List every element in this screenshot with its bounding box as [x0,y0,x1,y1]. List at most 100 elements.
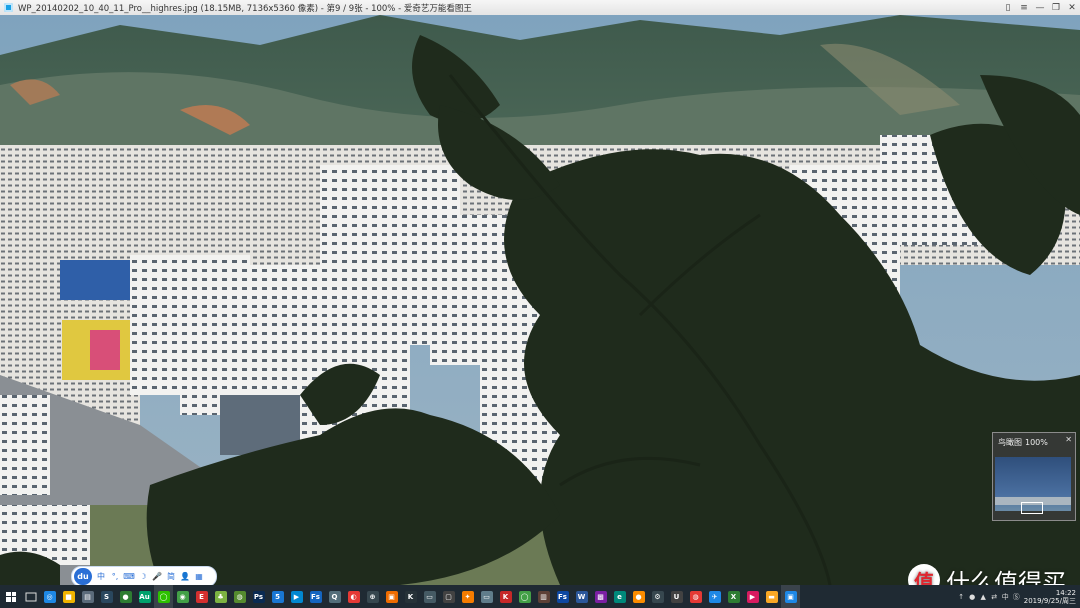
taskbar-app-network[interactable]: ⊕ [363,585,382,608]
taskbar-app-wechat[interactable]: ◯ [154,585,173,608]
restore-button[interactable]: ❐ [1048,0,1064,15]
taskbar-app-gear-dark[interactable]: ⚙ [648,585,667,608]
navigator-thumbnail[interactable] [995,457,1071,514]
taskbar-app-orange-box[interactable]: ▣ [382,585,401,608]
red-k-icon: K [499,590,512,603]
app-logo-icon [4,3,13,12]
tray-ime-icon[interactable]: 中 [1000,585,1011,608]
wifi-icon: ◍ [233,590,246,603]
tray-icons: ↑ ● ▲ ⇄ 中 Ⓢ [956,585,1022,608]
tray-app-icon[interactable]: ● [967,585,978,608]
taskbar-app-capture[interactable]: ▢ [439,585,458,608]
minimize-button[interactable]: — [1032,0,1048,15]
close-button[interactable]: ✕ [1064,0,1080,15]
taskbar-app-word[interactable]: W [572,585,591,608]
taskbar-app-green-dot[interactable]: ◉ [173,585,192,608]
ime-voice-icon[interactable]: 🎤 [152,572,162,582]
start-button[interactable] [0,585,22,608]
system-tray: ↑ ● ▲ ⇄ 中 Ⓢ 14:22 2019/9/25/周三 [956,585,1080,608]
taskbar-app-image-viewer[interactable]: ▣ [781,585,800,608]
taskbar-app-picture[interactable]: ▩ [591,585,610,608]
gear-dark-icon: ⚙ [651,590,664,603]
fs-dark-icon: Fs [556,590,569,603]
taskbar-app-wifi[interactable]: ◍ [230,585,249,608]
speech-icon: 5 [271,590,284,603]
restore-icon: ❐ [1051,2,1061,13]
navigator-close-icon[interactable]: ✕ [1065,435,1072,444]
ime-chinese-mode[interactable]: 中 [96,572,106,582]
task-view-button[interactable] [22,585,40,608]
capture-icon: ▢ [442,590,455,603]
tray-alert-icon[interactable]: ▲ [978,585,989,608]
baidu-ime-logo-icon[interactable]: du [74,568,92,585]
ime-simplified-mode[interactable]: 简 [166,572,176,582]
taskbar-app-speech[interactable]: 5 [268,585,287,608]
taskbar-app-chat-green[interactable]: ◯ [515,585,534,608]
taskbar-app-browser-blue[interactable]: ◎ [40,585,59,608]
taskbar-app-weibo[interactable]: ◐ [344,585,363,608]
taskbar-app-chrome[interactable]: ◍ [686,585,705,608]
taskbar-app-edge[interactable]: e [610,585,629,608]
player-icon: ▶ [290,590,303,603]
taskbar-app-audition[interactable]: Au [135,585,154,608]
orange-box-icon: ▣ [385,590,398,603]
tray-network-icon[interactable]: ⇄ [989,585,1000,608]
audition-icon: Au [138,590,151,603]
taskbar-app-qq[interactable]: Q [325,585,344,608]
pin-icon: ▯ [1005,2,1011,13]
taskbar-app-player[interactable]: ▶ [287,585,306,608]
minimize-icon: — [1035,2,1045,13]
browser-blue-icon: ◎ [43,590,56,603]
taskbar-app-k-app[interactable]: K [401,585,420,608]
green-dot-icon: ◉ [176,590,189,603]
taskbar-app-note-yellow[interactable]: ■ [59,585,78,608]
wechat-icon: ◯ [157,590,170,603]
taskbar-app-orange-circle[interactable]: ● [629,585,648,608]
ime-keyboard-icon[interactable]: ⌨ [123,572,135,582]
taskbar-app-pink-flag[interactable]: ▶ [743,585,762,608]
taskbar-app-red-k[interactable]: K [496,585,515,608]
clock[interactable]: 14:22 2019/9/25/周三 [1022,589,1080,605]
red-e-icon: E [195,590,208,603]
explorer-icon: ▬ [765,590,778,603]
menu-button[interactable]: ≡ [1016,0,1032,15]
taskbar-app-fs-blue[interactable]: Fs [306,585,325,608]
tray-sogou-icon[interactable]: Ⓢ [1011,585,1022,608]
taskbar-app-globe[interactable]: ● [116,585,135,608]
taskbar-app-monitor[interactable]: ▭ [477,585,496,608]
pin-button[interactable]: ▯ [1000,0,1016,15]
ime-user-icon[interactable]: 👤 [180,572,190,582]
ime-skin-icon[interactable]: ☽ [138,572,148,582]
navigator-header: 鸟瞰图 100% ✕ [993,433,1075,451]
taskbar-app-uwp[interactable]: U [667,585,686,608]
fs-blue-icon: Fs [309,590,322,603]
ime-punctuation-icon[interactable]: °, [110,572,120,582]
edge-icon: e [613,590,626,603]
photoshop-icon: Ps [252,590,265,603]
taskbar-app-calendar[interactable]: ▤ [78,585,97,608]
taskbar-app-books[interactable]: ▥ [534,585,553,608]
tray-overflow-icon[interactable]: ↑ [956,585,967,608]
taskbar-app-share-blue[interactable]: ✈ [705,585,724,608]
taskbar-app-fs-dark[interactable]: Fs [553,585,572,608]
pink-flag-icon: ▶ [746,590,759,603]
picture-icon: ▩ [594,590,607,603]
chrome-icon: ◍ [689,590,702,603]
navigator-panel[interactable]: 鸟瞰图 100% ✕ [992,432,1076,521]
taskbar-app-leaf[interactable]: ♣ [211,585,230,608]
taskbar-app-red-e[interactable]: E [192,585,211,608]
taskbar-app-explorer[interactable]: ▬ [762,585,781,608]
taskbar-app-orange-star[interactable]: ✦ [458,585,477,608]
landscape-photo [0,15,1080,585]
leaf-icon: ♣ [214,590,227,603]
taskbar-app-photoshop[interactable]: Ps [249,585,268,608]
taskbar-app-excel-green[interactable]: X [724,585,743,608]
taskbar-app-steam[interactable]: S [97,585,116,608]
ime-toolbox-icon[interactable]: ▦ [194,572,204,582]
photo-canvas[interactable] [0,15,1080,585]
taskbar-app-folder[interactable]: ▭ [420,585,439,608]
viewport-frame[interactable] [1021,502,1043,514]
orange-star-icon: ✦ [461,590,474,603]
taskbar-apps: ◎ ■ ▤ S ● Au ◯ ◉ E ♣ ◍ Ps 5 ▶ Fs Q ◐ ⊕ ▣ K ▭ ▢ ✦ ▭ K ◯ ▥ Fs W ▩ e ● ⚙ U ◍ ✈… [40,585,800,608]
monitor-icon: ▭ [480,590,493,603]
